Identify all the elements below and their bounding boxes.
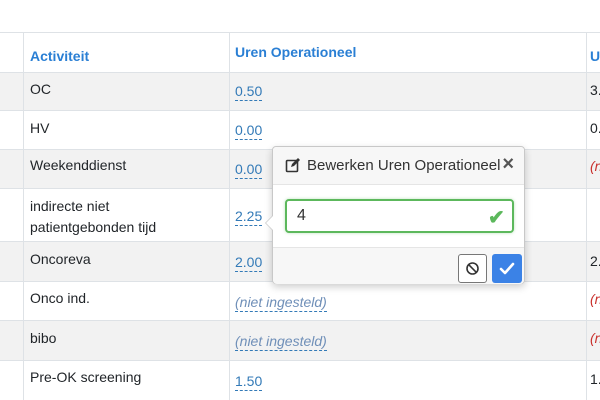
popover-arrow (265, 215, 273, 231)
edit-icon (285, 157, 301, 173)
column-divider (23, 32, 24, 400)
hours-editable[interactable]: (niet ingesteld) (235, 333, 327, 351)
popover-title: Bewerken Uren Operationeel (307, 157, 501, 174)
hours-editable[interactable]: 2.00 (235, 254, 263, 272)
activity-cell-line1: indirecte niet (30, 198, 110, 214)
third-cell: (n (590, 330, 600, 346)
third-cell: (n (590, 291, 600, 307)
third-cell: 2. (590, 253, 600, 269)
cancel-button[interactable] (458, 254, 487, 283)
popover-header: Bewerken Uren Operationeel × (273, 147, 524, 185)
ban-icon (466, 262, 479, 275)
activity-cell: OC (30, 81, 51, 97)
column-divider (229, 32, 230, 400)
column-header-activity[interactable]: Activiteit (30, 48, 89, 64)
third-cell: 0. (590, 120, 600, 136)
activity-cell: Oncoreva (30, 251, 91, 267)
column-divider (586, 32, 587, 400)
hours-editable[interactable]: 0.00 (235, 161, 263, 179)
hours-editable[interactable]: 0.00 (235, 122, 263, 140)
table-row: HV 0.00 0. (0, 110, 600, 149)
table-row: OC 0.50 3. (0, 72, 600, 110)
submit-button[interactable] (492, 254, 522, 283)
hours-editable[interactable]: 0.50 (235, 83, 263, 101)
third-cell: (n (590, 158, 600, 174)
hours-input[interactable] (285, 199, 514, 233)
activity-cell-line2: patientgebonden tijd (30, 219, 157, 235)
activity-cell: HV (30, 120, 50, 136)
hours-editable[interactable]: 1.50 (235, 373, 263, 391)
edit-popover: Bewerken Uren Operationeel × ✔ (265, 146, 525, 284)
table-header-row: Activiteit Uren Operationeel U (0, 32, 600, 72)
table-row: Pre-OK screening 1.50 1. (0, 360, 600, 400)
third-cell: 3. (590, 82, 600, 98)
hours-editable-active[interactable]: 2.25 (235, 208, 263, 226)
hours-editable[interactable]: (niet ingesteld) (235, 294, 327, 312)
activity-cell: bibo (30, 330, 57, 346)
check-icon (499, 262, 515, 275)
table-row: bibo (niet ingesteld) (n (0, 320, 600, 360)
check-icon: ✔ (488, 207, 505, 229)
activity-cell: Weekenddienst (30, 157, 127, 173)
activity-cell: Onco ind. (30, 290, 90, 306)
table-row: Onco ind. (niet ingesteld) (n (0, 281, 600, 320)
column-header-third[interactable]: U (590, 48, 600, 64)
activity-cell: Pre-OK screening (30, 369, 142, 385)
column-header-hours-operational[interactable]: Uren Operationeel (235, 44, 356, 60)
popover-footer (273, 247, 524, 284)
close-icon[interactable]: × (502, 154, 514, 174)
third-cell: 1. (590, 371, 600, 387)
